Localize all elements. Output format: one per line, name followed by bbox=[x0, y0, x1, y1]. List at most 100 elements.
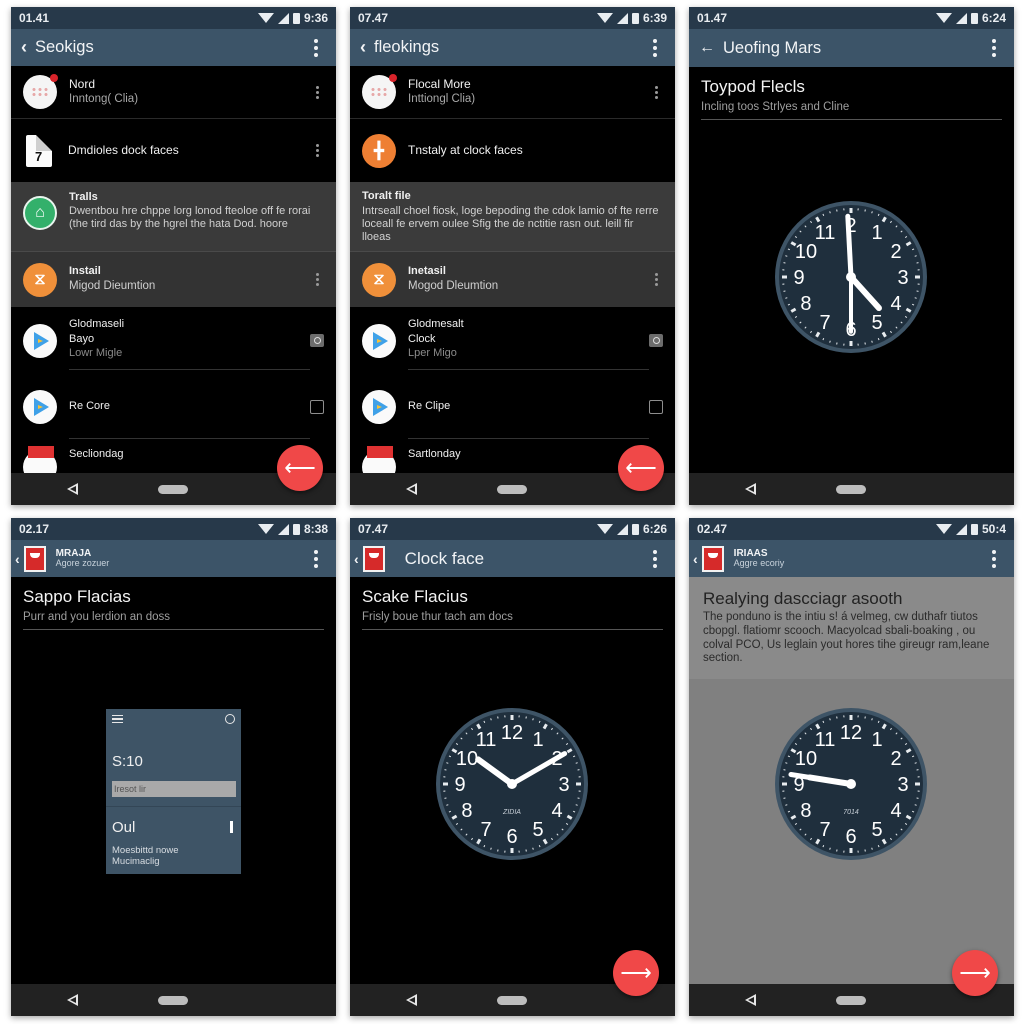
wifi-icon bbox=[935, 13, 952, 23]
clock-numeral: 1 bbox=[532, 729, 543, 751]
nav-home-pill[interactable] bbox=[836, 996, 866, 1005]
notification-dots-icon bbox=[362, 74, 397, 109]
list-item-highlighted[interactable]: ⧖ Inetasil Mogod Dleumtion bbox=[350, 252, 675, 307]
list-item[interactable]: Re Core bbox=[11, 374, 336, 439]
back-chevron-icon[interactable]: ‹ bbox=[693, 551, 698, 567]
item-more-icon[interactable] bbox=[649, 85, 663, 99]
section-heading: Toypod Flecls bbox=[701, 77, 805, 96]
clock-tick bbox=[575, 762, 578, 764]
section-subheading: Incling toos Strlyes and Cline bbox=[701, 101, 1002, 120]
camera-icon[interactable] bbox=[649, 334, 663, 347]
status-time-left: 02.17 bbox=[19, 522, 50, 536]
more-options-icon[interactable] bbox=[306, 38, 326, 57]
back-arrow-icon[interactable]: ← bbox=[699, 39, 715, 57]
list-item[interactable]: Glodmesalt Clock Lper Migo bbox=[350, 307, 675, 374]
item-title: Inetasil bbox=[408, 265, 446, 278]
back-chevron-icon[interactable]: ‹ bbox=[15, 551, 20, 567]
nav-back-icon[interactable] bbox=[745, 483, 756, 495]
nav-home-pill[interactable] bbox=[836, 485, 866, 494]
fab-next-button[interactable]: ⟶ bbox=[952, 950, 998, 996]
nav-back-icon[interactable] bbox=[406, 483, 417, 495]
list-item[interactable]: Re Clipe bbox=[350, 374, 675, 439]
clock-numeral: 4 bbox=[890, 800, 901, 822]
app-bar: ‹ Clock face bbox=[350, 540, 675, 577]
list-item[interactable]: Glodmaseli Bayo Lowr Migle bbox=[11, 307, 336, 374]
battery-icon bbox=[292, 523, 300, 535]
status-time-right: 6:24 bbox=[981, 11, 1006, 25]
arrow-left-icon: ⟵ bbox=[625, 455, 657, 480]
power-icon[interactable] bbox=[225, 714, 235, 724]
clock-tick bbox=[490, 718, 492, 721]
back-chevron-icon[interactable]: ‹ bbox=[21, 37, 27, 58]
screen-clock-face: 07.47 6:26 ‹ Clock face Scake Flacius Fr… bbox=[350, 518, 675, 1016]
widget-input-field[interactable]: Iresot lir bbox=[112, 781, 236, 797]
nav-home-pill[interactable] bbox=[158, 485, 188, 494]
navigation-bar bbox=[689, 473, 1014, 505]
arrow-right-icon: ⟶ bbox=[620, 960, 652, 985]
more-options-icon[interactable] bbox=[984, 549, 1004, 568]
nav-home-pill[interactable] bbox=[497, 996, 527, 1005]
app-bar: ‹ fleokings bbox=[350, 29, 675, 66]
hamburger-menu-icon[interactable] bbox=[112, 715, 123, 723]
signal-icon bbox=[616, 12, 628, 24]
nav-back-icon[interactable] bbox=[406, 994, 417, 1006]
fab-back-button[interactable]: ⟵ bbox=[277, 445, 323, 491]
clock-numeral: 6 bbox=[845, 826, 856, 848]
divider bbox=[106, 806, 241, 807]
nav-back-icon[interactable] bbox=[745, 994, 756, 1006]
clock-numeral: 11 bbox=[476, 729, 497, 751]
status-time-right: 8:38 bbox=[303, 522, 328, 536]
fab-next-button[interactable]: ⟶ bbox=[613, 950, 659, 996]
clock-brand: ZIDIA bbox=[502, 809, 521, 816]
camera-icon[interactable] bbox=[310, 334, 324, 347]
list-item[interactable]: Nord Inntong( Clia) bbox=[11, 66, 336, 118]
analog-clock: 12 1 2 3 4 5 6 7 8 9 10 11 7014 bbox=[773, 706, 929, 862]
back-chevron-icon[interactable]: ‹ bbox=[360, 37, 366, 58]
status-bar: 07.47 6:39 bbox=[350, 7, 675, 29]
item-title: Tralls bbox=[69, 191, 98, 203]
clock-numeral: 5 bbox=[871, 312, 882, 334]
checkbox[interactable] bbox=[649, 399, 663, 414]
checkbox[interactable] bbox=[310, 399, 324, 414]
item-more-icon[interactable] bbox=[310, 85, 324, 99]
item-body: Dwentbou hre chppe lorg lonod fteoloe of… bbox=[69, 204, 311, 231]
list-item-highlighted[interactable]: Toralt file Intrseall choel fiosk, loge … bbox=[350, 182, 675, 251]
item-more-icon[interactable] bbox=[310, 273, 324, 286]
item-subtitle: Clock bbox=[408, 332, 436, 345]
status-bar: 01.47 6:24 bbox=[689, 7, 1014, 29]
widget-toggle[interactable] bbox=[230, 821, 233, 833]
item-title: Toralt file bbox=[362, 190, 411, 202]
list-item[interactable]: Flocal More Inttiongl Clia) bbox=[350, 66, 675, 118]
item-more-icon[interactable] bbox=[310, 144, 324, 157]
item-more-icon[interactable] bbox=[649, 273, 663, 286]
list-item[interactable]: 7 Dmdioles dock faces bbox=[11, 119, 336, 182]
nav-home-pill[interactable] bbox=[497, 485, 527, 494]
navigation-bar bbox=[11, 984, 336, 1016]
clock-numeral: 10 bbox=[795, 748, 817, 770]
back-chevron-icon[interactable]: ‹ bbox=[354, 551, 359, 567]
clock-tick bbox=[829, 718, 831, 721]
nav-home-pill[interactable] bbox=[158, 996, 188, 1005]
signal-icon bbox=[955, 523, 967, 535]
list-item[interactable]: ╋ Tnstaly at clock faces bbox=[350, 119, 675, 182]
play-store-icon bbox=[23, 323, 57, 358]
more-options-icon[interactable] bbox=[645, 38, 665, 57]
nav-back-icon[interactable] bbox=[67, 994, 78, 1006]
clock-numeral: 10 bbox=[456, 748, 478, 770]
more-options-icon[interactable] bbox=[306, 549, 326, 568]
more-options-icon[interactable] bbox=[645, 549, 665, 568]
clock-numeral: 7 bbox=[819, 819, 830, 841]
clock-numeral: 2 bbox=[890, 241, 901, 263]
nav-back-icon[interactable] bbox=[67, 483, 78, 495]
fab-back-button[interactable]: ⟵ bbox=[618, 445, 664, 491]
list-item-highlighted[interactable]: ⌂ Tralls Dwentbou hre chppe lorg lonod f… bbox=[11, 182, 336, 251]
clock-tick bbox=[871, 211, 873, 214]
screen-widget-preview: 02.17 8:38 ‹ MRAJA Agore zozuer Sappo Fl… bbox=[11, 518, 336, 1016]
clock-center-pin bbox=[507, 779, 517, 789]
widget-preview-card[interactable]: S:10 Iresot lir Oul Moesbittd nowe Mucim… bbox=[106, 709, 241, 874]
clock-numeral: 1 bbox=[871, 222, 882, 244]
more-options-icon[interactable] bbox=[984, 39, 1004, 57]
section-body: The ponduno is the intiu s! á velmeg, cw… bbox=[703, 611, 990, 665]
widget-description-line: Moesbittd nowe bbox=[112, 845, 179, 856]
list-item-highlighted[interactable]: ⧖ Instail Migod Dieumtion bbox=[11, 252, 336, 307]
